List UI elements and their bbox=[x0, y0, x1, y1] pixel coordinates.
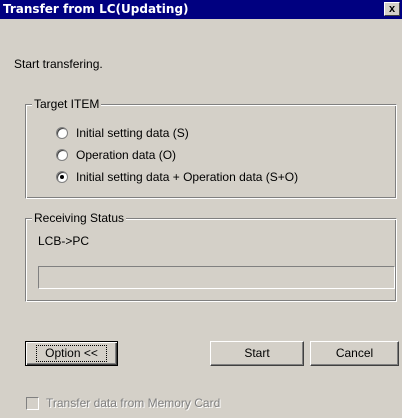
close-button[interactable]: x bbox=[384, 2, 400, 16]
status-message: Start transfering. bbox=[14, 57, 103, 71]
radio-label: Initial setting data (S) bbox=[76, 126, 189, 140]
receiving-status-group: Receiving Status LCB->PC bbox=[25, 211, 397, 302]
receiving-status-legend: Receiving Status bbox=[32, 211, 127, 225]
radio-selected-dot bbox=[60, 175, 64, 179]
option-button-label: Option << bbox=[36, 345, 107, 362]
radio-icon[interactable] bbox=[56, 127, 68, 139]
start-button[interactable]: Start bbox=[210, 341, 304, 366]
radio-icon[interactable] bbox=[56, 149, 68, 161]
cancel-button[interactable]: Cancel bbox=[310, 341, 399, 366]
memory-card-label: Transfer data from Memory Card bbox=[46, 396, 221, 410]
transfer-direction: LCB->PC bbox=[38, 234, 90, 248]
title-bar: Transfer from LC(Updating) x bbox=[0, 0, 402, 19]
radio-icon-selected[interactable] bbox=[56, 171, 68, 183]
window-title: Transfer from LC(Updating) bbox=[3, 2, 189, 16]
radio-label: Operation data (O) bbox=[76, 148, 177, 162]
option-button[interactable]: Option << bbox=[25, 341, 118, 366]
progress-bar bbox=[38, 266, 395, 289]
memory-card-checkbox bbox=[26, 397, 39, 410]
target-item-legend: Target ITEM bbox=[32, 97, 102, 111]
radio-label: Initial setting data + Operation data (S… bbox=[76, 170, 299, 184]
target-item-group: Target ITEM Initial setting data (S) Ope… bbox=[25, 97, 397, 199]
